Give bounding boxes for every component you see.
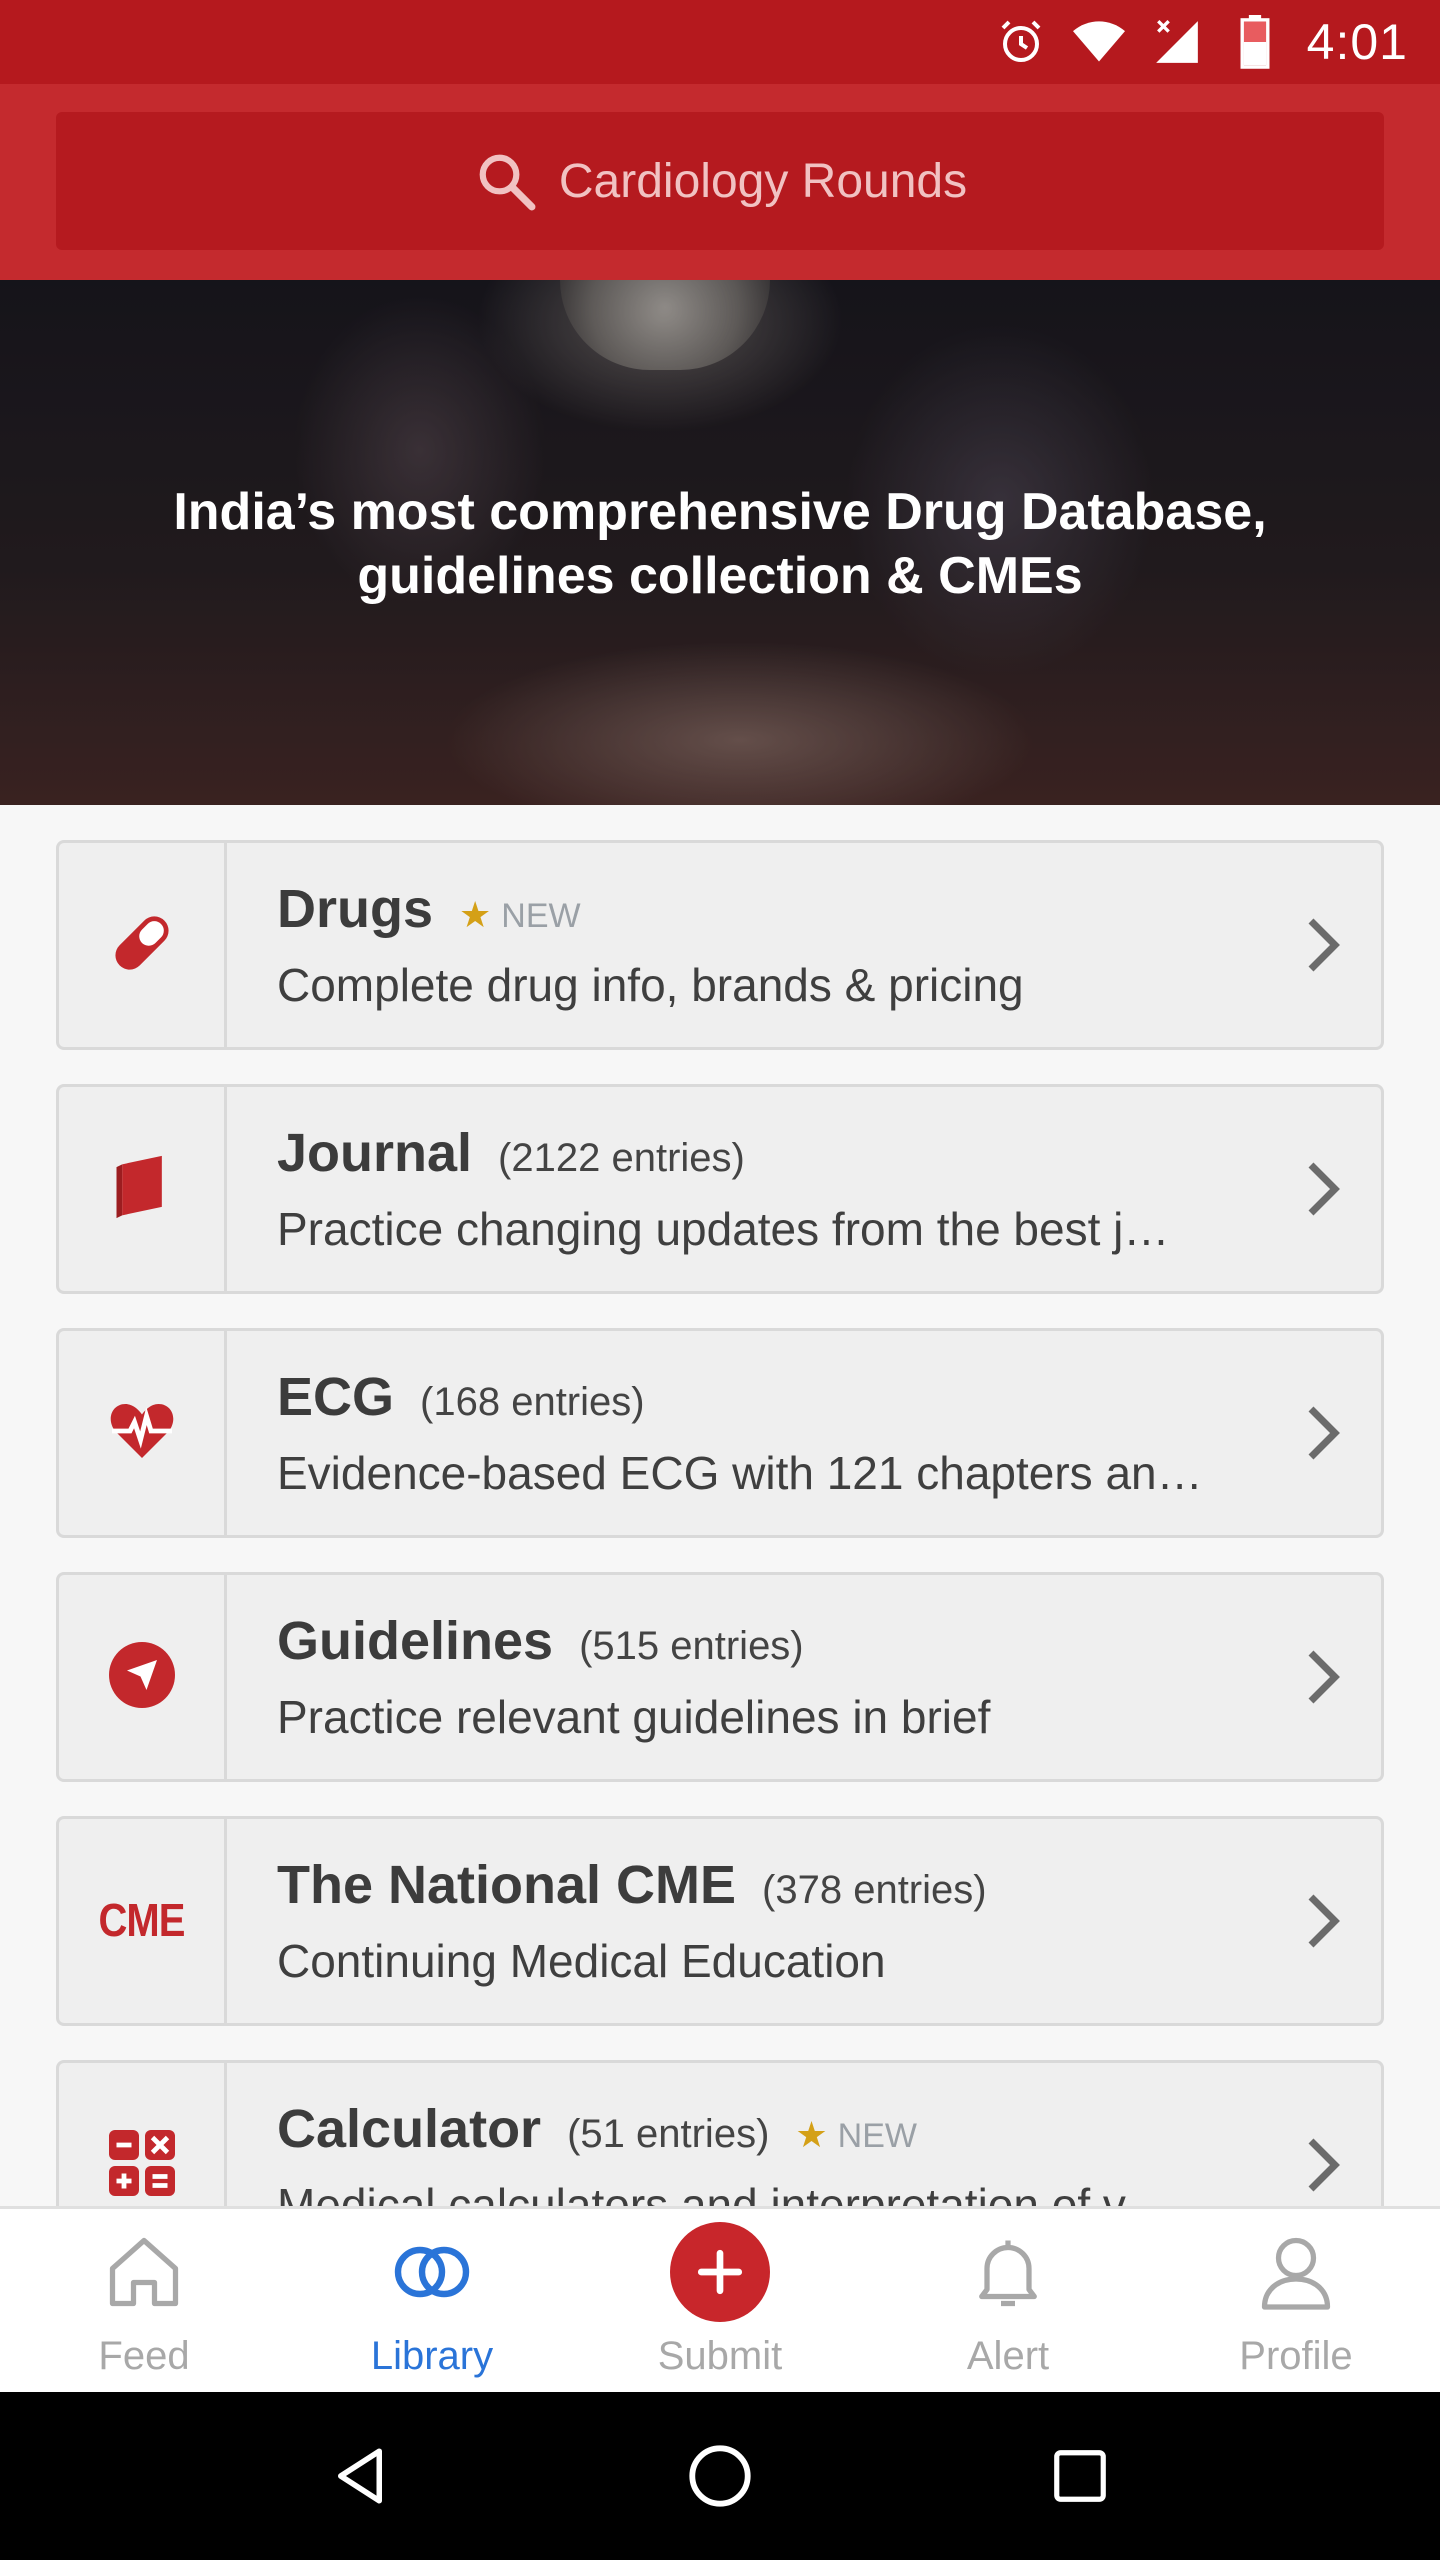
star-icon: ★ bbox=[459, 894, 492, 935]
book-icon bbox=[108, 1153, 176, 1226]
library-item-ecg[interactable]: ECG (168 entries) Evidence-based ECG wit… bbox=[56, 1328, 1384, 1538]
plus-circle-icon bbox=[670, 2222, 770, 2322]
library-item-drugs[interactable]: Drugs ★ NEW Complete drug info, brands &… bbox=[56, 840, 1384, 1050]
status-bar: 4:01 bbox=[0, 0, 1440, 84]
item-title: ECG bbox=[277, 1367, 395, 1427]
nav-submit[interactable]: Submit bbox=[576, 2209, 864, 2392]
chevron-right-icon bbox=[1308, 1894, 1340, 1948]
nav-alert[interactable]: Alert bbox=[864, 2209, 1152, 2392]
nav-profile[interactable]: Profile bbox=[1152, 2209, 1440, 2392]
item-title: Guidelines bbox=[277, 1611, 554, 1671]
new-badge: ★ NEW bbox=[795, 2114, 917, 2155]
hero-line-1: India’s most comprehensive Drug Database… bbox=[173, 483, 1267, 541]
pill-icon bbox=[104, 905, 180, 986]
chevron-right-icon bbox=[1308, 1162, 1340, 1216]
item-subtitle: Complete drug info, brands & pricing bbox=[277, 959, 1024, 1011]
library-item-journal[interactable]: Journal (2122 entries) Practice changing… bbox=[56, 1084, 1384, 1294]
heart-pulse-icon bbox=[106, 1395, 178, 1472]
entry-count: (168 entries) bbox=[420, 1380, 645, 1424]
compass-icon bbox=[106, 1639, 178, 1716]
alarm-icon bbox=[995, 16, 1047, 68]
item-subtitle: Continuing Medical Education bbox=[277, 1935, 886, 1987]
wifi-icon bbox=[1072, 16, 1125, 68]
nav-library[interactable]: Library bbox=[288, 2209, 576, 2392]
calculator-icon bbox=[106, 2127, 178, 2204]
chevron-right-icon bbox=[1308, 1406, 1340, 1460]
search-placeholder: Cardiology Rounds bbox=[558, 154, 968, 208]
home-circle-icon[interactable] bbox=[680, 2436, 760, 2516]
entry-count: (2122 entries) bbox=[498, 1136, 745, 1180]
entry-count: (378 entries) bbox=[762, 1868, 987, 1912]
bell-icon bbox=[958, 2222, 1058, 2322]
cme-icon: CME bbox=[98, 1895, 186, 1946]
recents-icon[interactable] bbox=[1040, 2436, 1120, 2516]
library-item-national-cme[interactable]: CME The National CME (378 entries) Conti… bbox=[56, 1816, 1384, 2026]
chevron-right-icon bbox=[1308, 1650, 1340, 1704]
library-list: Drugs ★ NEW Complete drug info, brands &… bbox=[56, 840, 1384, 2304]
new-badge: ★ NEW bbox=[459, 894, 581, 935]
search-icon bbox=[473, 148, 539, 214]
item-subtitle: Practice changing updates from the best … bbox=[277, 1203, 1170, 1255]
hero-tagline: India’s most comprehensive Drug Database… bbox=[0, 480, 1440, 608]
chevron-right-icon bbox=[1308, 2138, 1340, 2192]
nav-label: Alert bbox=[966, 2334, 1050, 2378]
nav-label: Profile bbox=[1239, 2334, 1353, 2378]
item-title: Drugs bbox=[277, 879, 434, 939]
nav-label: Library bbox=[370, 2334, 494, 2378]
person-icon bbox=[1246, 2222, 1346, 2322]
entry-count: (51 entries) bbox=[567, 2112, 770, 2156]
bottom-navigation: Feed Library Submit Alert Profile bbox=[0, 2206, 1440, 2392]
back-icon[interactable] bbox=[320, 2436, 400, 2516]
nav-feed[interactable]: Feed bbox=[0, 2209, 288, 2392]
surgical-lamp-image bbox=[560, 280, 770, 370]
item-title: The National CME bbox=[277, 1855, 737, 1915]
search-header: Cardiology Rounds bbox=[0, 84, 1440, 280]
system-navigation-bar bbox=[0, 2392, 1440, 2560]
nav-label: Feed bbox=[98, 2334, 190, 2378]
item-title: Calculator bbox=[277, 2099, 542, 2159]
entry-count: (515 entries) bbox=[579, 1624, 804, 1668]
battery-icon bbox=[1229, 15, 1281, 69]
chevron-right-icon bbox=[1308, 918, 1340, 972]
clock: 4:01 bbox=[1306, 14, 1408, 70]
hero-line-2: guidelines collection & CMEs bbox=[357, 547, 1083, 605]
star-icon: ★ bbox=[795, 2114, 828, 2155]
item-subtitle: Practice relevant guidelines in brief bbox=[277, 1691, 991, 1743]
nav-label: Submit bbox=[657, 2334, 783, 2378]
search-input[interactable]: Cardiology Rounds bbox=[56, 112, 1384, 250]
home-icon bbox=[94, 2222, 194, 2322]
hero-banner: India’s most comprehensive Drug Database… bbox=[0, 280, 1440, 805]
item-title: Journal bbox=[277, 1123, 473, 1183]
item-subtitle: Evidence-based ECG with 121 chapters an… bbox=[277, 1447, 1203, 1499]
library-item-guidelines[interactable]: Guidelines (515 entries) Practice releva… bbox=[56, 1572, 1384, 1782]
signal-icon bbox=[1151, 16, 1203, 68]
library-rings-icon bbox=[382, 2222, 482, 2322]
